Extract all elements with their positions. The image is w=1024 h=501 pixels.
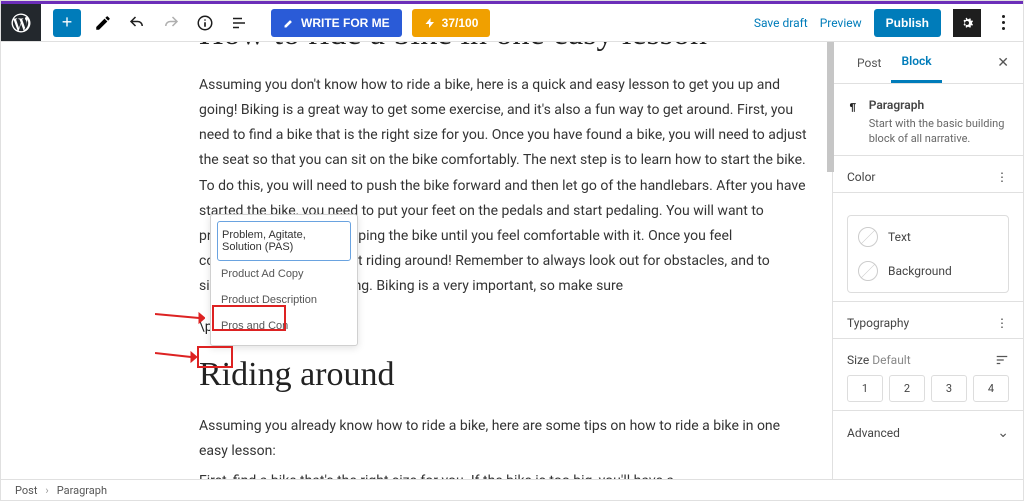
color-section-label: Color (847, 170, 875, 184)
size-option-2[interactable]: 2 (889, 375, 925, 402)
background-color-row[interactable]: Background (848, 254, 1008, 288)
breadcrumb-root[interactable]: Post (15, 484, 37, 497)
preview-link[interactable]: Preview (820, 16, 862, 30)
editor-canvas[interactable]: How to ride a bike in one easy lesson As… (1, 42, 832, 482)
tab-block[interactable]: Block (891, 42, 941, 83)
wordpress-logo[interactable] (1, 4, 41, 41)
breadcrumb-current[interactable]: Paragraph (57, 484, 107, 497)
pilcrow-icon (847, 98, 859, 118)
redo-icon[interactable] (159, 11, 183, 35)
size-slider-icon[interactable] (995, 353, 1009, 367)
breadcrumb: Post › Paragraph (1, 479, 1023, 500)
save-draft-link[interactable]: Save draft (754, 16, 808, 30)
slash-command-dropdown: Problem, Agitate, Solution (PAS) Product… (210, 214, 358, 346)
post-paragraph-2[interactable]: Assuming you already know how to ride a … (199, 414, 809, 464)
write-for-me-button[interactable]: WRITE FOR ME (271, 9, 402, 37)
publish-button[interactable]: Publish (874, 9, 941, 37)
settings-gear-icon[interactable] (953, 9, 981, 37)
dropdown-opt-description[interactable]: Product Description (217, 287, 351, 313)
dropdown-opt-pros-cons[interactable]: Pros and Con (217, 313, 351, 339)
size-option-4[interactable]: 4 (973, 375, 1009, 402)
typography-options-icon[interactable]: ⋮ (996, 316, 1009, 330)
more-options-icon[interactable] (993, 15, 1013, 30)
undo-icon[interactable] (125, 11, 149, 35)
outline-icon[interactable] (227, 11, 251, 35)
annotation-arrow-2 (155, 347, 197, 371)
dropdown-opt-ad-copy[interactable]: Product Ad Copy (217, 261, 351, 287)
block-type-desc: Start with the basic building block of a… (869, 116, 1009, 147)
dropdown-opt-pas[interactable]: Problem, Agitate, Solution (PAS) (217, 221, 351, 261)
text-color-row[interactable]: Text (848, 220, 1008, 254)
settings-sidebar: Post Block ✕ Paragraph Start with the ba… (832, 42, 1023, 482)
add-block-button[interactable]: + (53, 9, 81, 37)
size-option-1[interactable]: 1 (847, 375, 883, 402)
typography-section-label: Typography (847, 316, 909, 330)
close-sidebar-icon[interactable]: ✕ (997, 55, 1009, 71)
credits-button[interactable]: 37/100 (412, 9, 491, 37)
info-icon[interactable] (193, 11, 217, 35)
size-option-3[interactable]: 3 (931, 375, 967, 402)
tab-post[interactable]: Post (847, 44, 891, 82)
edit-mode-icon[interactable] (91, 11, 115, 35)
size-default: Default (872, 353, 910, 367)
write-for-me-label: WRITE FOR ME (301, 16, 390, 30)
block-type-title: Paragraph (869, 98, 1009, 112)
post-heading-2[interactable]: Riding around (199, 355, 809, 396)
scrollbar-thumb[interactable] (827, 42, 834, 172)
chevron-down-icon[interactable]: ⌄ (997, 425, 1009, 441)
advanced-section-label[interactable]: Advanced (847, 426, 900, 440)
top-toolbar: + WRITE FOR ME 37/100 Save draft Preview… (1, 4, 1023, 42)
color-options-icon[interactable]: ⋮ (996, 170, 1009, 184)
annotation-arrow-1 (155, 308, 205, 332)
credits-label: 37/100 (442, 16, 479, 30)
post-heading-1[interactable]: How to ride a bike in one easy lesson (199, 42, 809, 55)
size-label: Size (847, 353, 869, 367)
